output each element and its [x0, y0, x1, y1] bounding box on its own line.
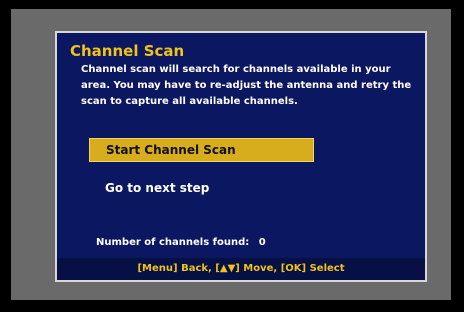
remote-help-bar: [Menu] Back, [▲▼] Move, [OK] Select [57, 258, 425, 280]
channels-found-count: 0 [258, 237, 266, 248]
channels-found-label: Number of channels found: [96, 237, 250, 248]
channel-scan-dialog: Channel Scan Channel scan will search fo… [55, 31, 427, 282]
start-channel-scan-button[interactable]: Start Channel Scan [89, 138, 314, 162]
dialog-description: Channel scan will search for channels av… [81, 64, 412, 107]
channels-found-status: Number of channels found: 0 [96, 236, 266, 250]
go-to-next-step-button[interactable]: Go to next step [89, 176, 314, 200]
dialog-title: Channel Scan [70, 42, 185, 60]
